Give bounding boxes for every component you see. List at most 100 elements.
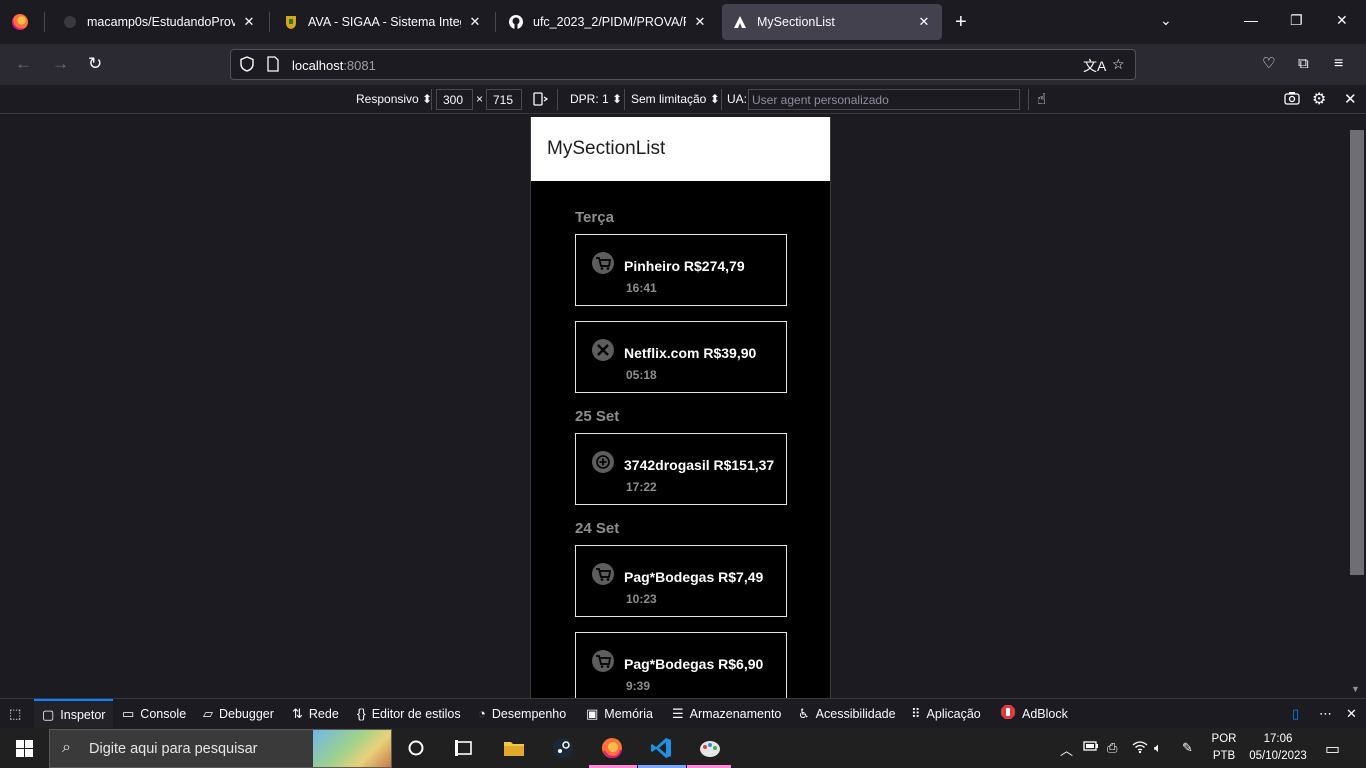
back-arrow-icon[interactable]: ←	[15, 54, 32, 74]
tab-network[interactable]: ⇅ Rede	[292, 699, 339, 728]
keyboard-layout[interactable]: PTB	[1210, 750, 1238, 762]
transaction-time: 10:23	[626, 592, 657, 606]
translate-icon[interactable]: 文A	[1083, 56, 1106, 76]
language-code[interactable]: POR	[1210, 733, 1238, 745]
screenshot-icon[interactable]	[1284, 90, 1300, 109]
notification-center-icon[interactable]: ▭	[1325, 739, 1340, 759]
bookmark-star-icon[interactable]: ☆	[1112, 56, 1125, 73]
close-devtools-icon[interactable]: ✕	[1346, 699, 1363, 728]
tab-inspector[interactable]: ▢ Inspetor	[34, 699, 114, 728]
list-item[interactable]: Pag*Bodegas R$6,90 9:39	[575, 632, 787, 698]
tab-storage[interactable]: ☰ Armazenamento	[672, 699, 781, 728]
vscode-icon[interactable]	[649, 736, 673, 760]
pocket-icon[interactable]: ♡	[1262, 54, 1275, 74]
shield-icon[interactable]	[239, 56, 255, 75]
tab-application[interactable]: ⠿ Aplicação	[911, 699, 981, 728]
tab-performance[interactable]: ◔ Desempenho	[478, 699, 566, 728]
tab-title: MySectionList	[757, 15, 835, 29]
tab-accessibility[interactable]: ♿ Acessibilidade	[798, 699, 896, 728]
steam-icon[interactable]	[551, 736, 575, 760]
scroll-down-arrow-icon[interactable]: ▼	[1351, 684, 1360, 694]
dpr-selector[interactable]: DPR: 1 ⬍	[570, 92, 622, 106]
network-throttle-selector[interactable]: Sem limitação ⬍	[631, 92, 720, 106]
volume-icon[interactable]: 🔈︎	[1154, 740, 1162, 756]
file-explorer-icon[interactable]	[502, 736, 526, 760]
tab-adblock[interactable]: AdBlock	[1000, 699, 1068, 728]
windows-start-icon[interactable]	[16, 740, 33, 757]
transaction-title: Pag*Bodegas R$7,49	[624, 569, 764, 585]
devtools-tab-label: Aplicação	[926, 706, 981, 721]
device-selector[interactable]: Responsivo ⬍	[356, 92, 432, 106]
inspector-icon: ▢	[42, 706, 55, 722]
performance-icon: ◔	[478, 706, 486, 721]
close-window-icon[interactable]: ✕	[1336, 12, 1348, 29]
url-text[interactable]: localhost:8081	[292, 58, 376, 73]
clock-date[interactable]: 05/10/2023	[1244, 750, 1312, 762]
scrollbar-thumb[interactable]	[1350, 130, 1364, 575]
toolbar-separator	[624, 89, 625, 110]
page-info-icon[interactable]	[266, 56, 280, 75]
firefox-taskbar-icon[interactable]	[600, 736, 624, 760]
restore-icon[interactable]: ❐	[1290, 12, 1303, 29]
application-icon: ⠿	[911, 705, 921, 721]
element-picker-icon[interactable]: ⬚	[9, 699, 27, 728]
dock-side-icon[interactable]: ▯	[1292, 699, 1305, 728]
tab-mysectionlist[interactable]: MySectionList ✕	[722, 4, 942, 40]
task-view-icon[interactable]	[452, 736, 476, 760]
close-tab-icon[interactable]: ✕	[692, 14, 708, 30]
list-item[interactable]: 3742drogasil R$151,37 17:22	[575, 433, 787, 505]
rotate-viewport-icon[interactable]	[532, 91, 549, 110]
hamburger-menu-icon[interactable]: ≡	[1334, 54, 1343, 74]
clock-time[interactable]: 17:06	[1244, 733, 1312, 745]
more-options-icon[interactable]: ⋯	[1319, 699, 1338, 728]
list-all-tabs-icon[interactable]: ⌄	[1160, 12, 1172, 29]
close-rdm-icon[interactable]: ✕	[1344, 90, 1357, 108]
responsive-viewport: MySectionList Terça Pinheiro R$274,79 16…	[0, 114, 1366, 698]
device-sync-icon[interactable]: ⎙	[1107, 740, 1117, 756]
close-tab-icon[interactable]: ✕	[467, 14, 483, 30]
battery-icon[interactable]	[1083, 740, 1099, 755]
list-item[interactable]: Pag*Bodegas R$7,49 10:23	[575, 545, 787, 617]
viewport-width-input[interactable]: 300	[436, 89, 473, 110]
navigation-toolbar: ← → ↻ localhost:8081 文A ☆ ♡ ⧉ ≡	[0, 44, 1366, 85]
generic-site-icon	[62, 14, 78, 30]
viewport-height-input[interactable]: 715	[486, 89, 522, 110]
tab-memory[interactable]: ▣ Memória	[586, 699, 653, 728]
touch-simulation-icon[interactable]: ☝	[1037, 90, 1046, 108]
list-item[interactable]: Pinheiro R$274,79 16:41	[575, 234, 787, 306]
tab-console[interactable]: ▭ Console	[122, 699, 186, 728]
wifi-icon[interactable]	[1132, 740, 1148, 757]
forward-arrow-icon[interactable]: →	[52, 54, 69, 74]
transaction-title: Pag*Bodegas R$6,90	[624, 656, 764, 672]
sigaa-crest-icon	[283, 14, 299, 30]
extensions-icon[interactable]: ⧉	[1298, 54, 1309, 74]
tab-sigaa[interactable]: AVA - SIGAA - Sistema Integrado ✕	[273, 4, 493, 40]
tab-title: ufc_2023_2/PIDM/PROVA/PIDM	[533, 15, 686, 29]
close-tab-icon[interactable]: ✕	[916, 14, 932, 30]
list-item[interactable]: Netflix.com R$39,90 05:18	[575, 321, 787, 393]
toolbar-separator	[557, 89, 558, 110]
cortana-icon[interactable]	[404, 736, 428, 760]
close-tab-icon[interactable]: ✕	[241, 14, 257, 30]
taskbar-search[interactable]: ⌕ Digite aqui para pesquisar	[49, 729, 392, 768]
user-agent-input[interactable]: User agent personalizado	[748, 89, 1020, 110]
tab-style-editor[interactable]: {} Editor de estilos	[357, 699, 461, 728]
reload-icon[interactable]: ↻	[88, 54, 102, 74]
tab-debugger[interactable]: ▱ Debugger	[203, 699, 274, 728]
network-icon: ⇅	[292, 705, 303, 721]
tab-github[interactable]: ufc_2023_2/PIDM/PROVA/PIDM ✕	[498, 4, 718, 40]
tab-estudandoprova[interactable]: macamp0s/EstudandoProva ✕	[52, 4, 267, 40]
url-bar[interactable]: localhost:8081 文A ☆	[230, 49, 1136, 80]
pen-workspace-icon[interactable]: ✎	[1182, 740, 1193, 756]
devtools-tab-label: Inspetor	[60, 707, 106, 722]
paint-icon[interactable]	[698, 736, 722, 760]
settings-gear-icon[interactable]: ⚙	[1312, 89, 1326, 109]
responsive-design-toolbar: Responsivo ⬍ 300 × 715 DPR: 1 ⬍ Sem limi…	[0, 85, 1366, 114]
tab-separator	[495, 12, 496, 32]
show-hidden-icons-chevron-icon[interactable]: ︿	[1060, 740, 1073, 759]
new-tab-button[interactable]: +	[955, 12, 967, 32]
url-port: :8081	[343, 58, 376, 73]
minimize-icon[interactable]: —	[1244, 12, 1258, 28]
firefox-menu-icon[interactable]	[12, 14, 28, 30]
transaction-title: Netflix.com R$39,90	[624, 345, 757, 361]
